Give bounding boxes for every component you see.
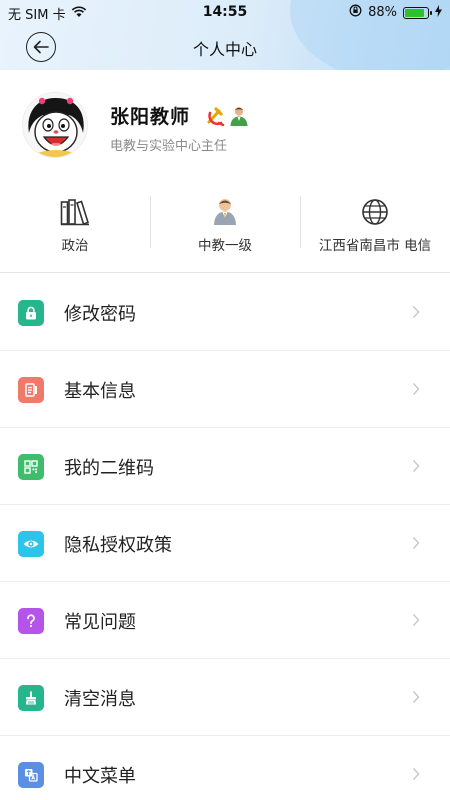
user-title: 电教与实验中心主任 xyxy=(110,139,228,154)
avatar[interactable] xyxy=(22,92,88,158)
chevron-right-icon xyxy=(412,536,420,550)
lock-icon xyxy=(18,300,44,326)
chevron-right-icon xyxy=(412,382,420,396)
info-subject[interactable]: 政治 xyxy=(0,190,150,254)
menu-label: 清空消息 xyxy=(64,689,136,710)
info-rank-label: 中教一级 xyxy=(198,238,252,254)
user-name: 张阳教师 xyxy=(110,106,191,128)
menu-label: 我的二维码 xyxy=(64,458,154,479)
info-location[interactable]: 江西省南昌市 电信 xyxy=(300,190,450,254)
battery-icon xyxy=(403,6,432,19)
section-divider xyxy=(0,272,450,273)
menu-list: 修改密码 基本信息 我的二维码 隐私授权政策 常见问题 清空消息 中文菜单 xyxy=(0,274,450,800)
info-location-label: 江西省南昌市 电信 xyxy=(318,238,432,254)
menu-item-change-password[interactable]: 修改密码 xyxy=(0,274,450,351)
teacher-icon xyxy=(210,194,240,226)
menu-label: 中文菜单 xyxy=(64,766,136,787)
page-title: 个人中心 xyxy=(192,40,257,59)
chevron-right-icon xyxy=(412,459,420,473)
nav-bar: 个人中心 xyxy=(0,24,450,70)
name-row: 张阳教师 xyxy=(110,102,250,129)
charging-icon xyxy=(435,4,442,21)
divider xyxy=(300,196,301,248)
menu-label: 修改密码 xyxy=(64,304,136,325)
chevron-right-icon xyxy=(412,305,420,319)
info-card-icon xyxy=(18,377,44,403)
eye-icon xyxy=(18,531,44,557)
header: 无 SIM 卡 14:55 88% 个人中心 xyxy=(0,0,450,70)
menu-item-privacy-policy[interactable]: 隐私授权政策 xyxy=(0,505,450,582)
info-subject-label: 政治 xyxy=(61,238,89,254)
battery-percent: 88% xyxy=(368,5,397,20)
menu-label: 隐私授权政策 xyxy=(64,535,172,556)
orientation-lock-icon xyxy=(349,4,362,21)
qrcode-icon xyxy=(18,454,44,480)
badges xyxy=(204,105,250,127)
status-right: 88% xyxy=(349,4,442,21)
broom-icon xyxy=(18,685,44,711)
chevron-right-icon xyxy=(412,767,420,781)
language-icon xyxy=(18,762,44,788)
menu-item-clear-messages[interactable]: 清空消息 xyxy=(0,659,450,736)
chevron-right-icon xyxy=(412,613,420,627)
cartoon-avatar-icon xyxy=(23,93,87,157)
info-rank[interactable]: 中教一级 xyxy=(150,190,300,254)
teacher-badge-icon xyxy=(230,106,248,126)
menu-item-my-qrcode[interactable]: 我的二维码 xyxy=(0,428,450,505)
menu-item-chinese-menu[interactable]: 中文菜单 xyxy=(0,736,450,800)
menu-label: 常见问题 xyxy=(64,612,136,633)
profile-section: 张阳教师 电教与实验中心主任 xyxy=(0,70,450,175)
question-icon xyxy=(18,608,44,634)
books-icon xyxy=(60,194,90,226)
globe-icon xyxy=(361,194,389,226)
menu-item-faq[interactable]: 常见问题 xyxy=(0,582,450,659)
menu-item-basic-info[interactable]: 基本信息 xyxy=(0,351,450,428)
divider xyxy=(150,196,151,248)
party-emblem-icon xyxy=(207,106,225,126)
chevron-right-icon xyxy=(412,690,420,704)
info-row: 政治 中教一级 江西省南昌市 电信 xyxy=(0,190,450,254)
menu-label: 基本信息 xyxy=(64,381,136,402)
status-bar: 无 SIM 卡 14:55 88% xyxy=(0,0,450,24)
battery-fill xyxy=(405,8,425,17)
